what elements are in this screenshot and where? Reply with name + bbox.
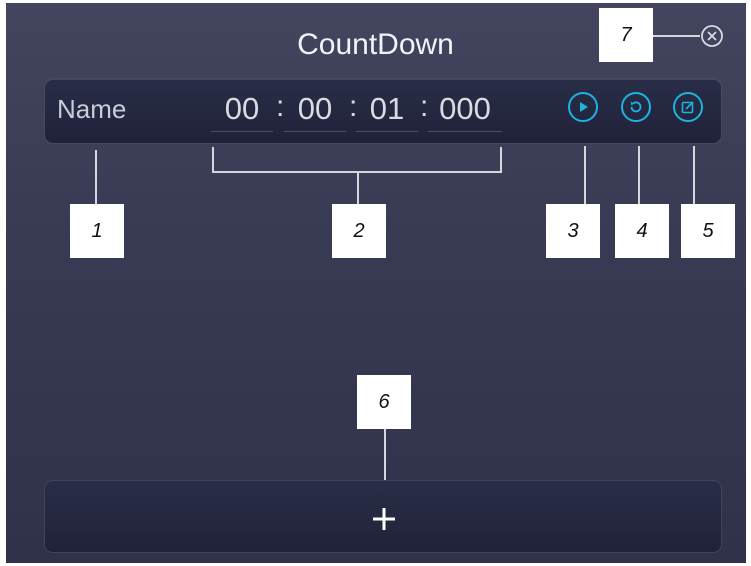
callout-box: 1: [70, 204, 124, 258]
callout-box: 6: [357, 375, 411, 429]
plus-icon: [373, 508, 395, 530]
callout-line-3: [584, 146, 586, 205]
callout-line-5: [693, 146, 695, 205]
callout-line-6: [384, 428, 386, 480]
callout-line-2: [357, 171, 359, 206]
callout-box: 3: [546, 204, 600, 258]
hours-field[interactable]: 00: [211, 91, 273, 132]
callout-line-4: [638, 146, 640, 205]
minutes-field[interactable]: 00: [284, 91, 346, 132]
edit-icon: [681, 101, 694, 114]
callout-box: 5: [681, 204, 735, 258]
timer-name-field[interactable]: Name: [57, 94, 126, 125]
play-icon: [580, 102, 588, 112]
reset-button[interactable]: [621, 92, 651, 122]
callout-line-1: [95, 150, 97, 205]
callout-box: 2: [332, 204, 386, 258]
callout-bracket-left: [212, 147, 214, 173]
callout-box: 7: [599, 8, 653, 62]
close-icon: [701, 25, 723, 47]
edit-button[interactable]: [673, 92, 703, 122]
milliseconds-field[interactable]: 000: [428, 91, 502, 132]
callout-line-7: [652, 35, 700, 37]
seconds-field[interactable]: 01: [356, 91, 418, 132]
start-button[interactable]: [568, 92, 598, 122]
close-button[interactable]: [700, 24, 724, 48]
reset-icon: [630, 101, 642, 113]
callout-bracket-right: [500, 147, 502, 173]
callout-box: 4: [615, 204, 669, 258]
